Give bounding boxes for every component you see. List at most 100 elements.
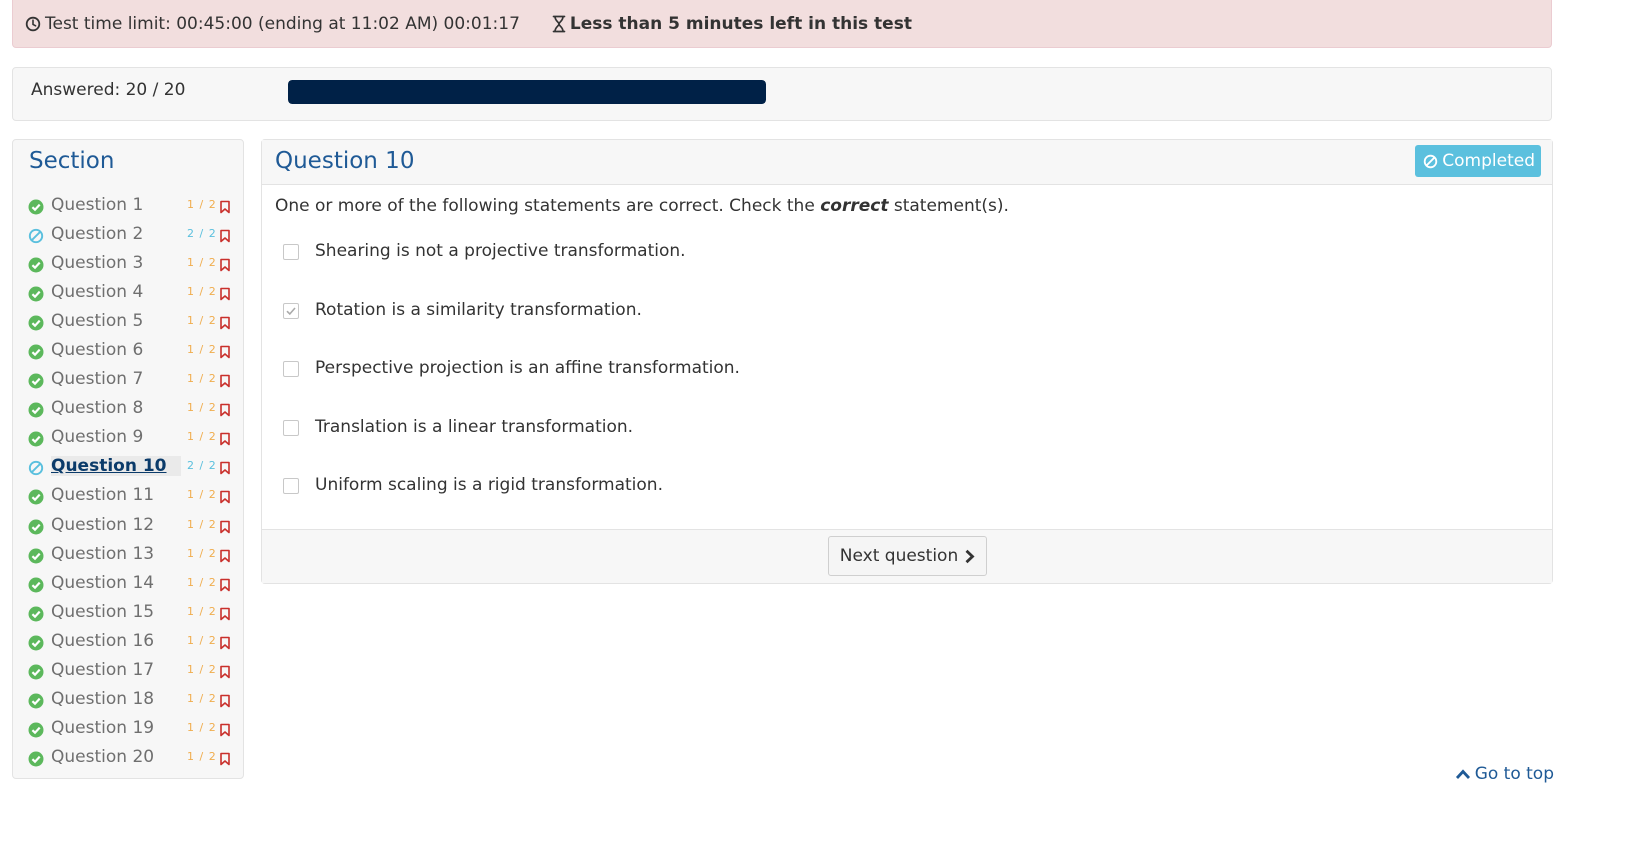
sidebar-question-item[interactable]: Question 13 1 / 2	[13, 541, 243, 570]
bookmark-icon[interactable]	[219, 200, 231, 214]
check-circle-icon	[28, 402, 44, 418]
bookmark-icon[interactable]	[219, 258, 231, 272]
bookmark-icon[interactable]	[219, 694, 231, 708]
sidebar-question-item[interactable]: Question 1 1 / 2	[13, 192, 243, 221]
bookmark-icon[interactable]	[219, 578, 231, 592]
question-score: 1 / 2	[187, 285, 217, 299]
question-link[interactable]: Question 11	[51, 485, 168, 505]
question-score: 1 / 2	[187, 198, 217, 211]
question-link[interactable]: Question 5	[51, 311, 157, 331]
sidebar-question-item[interactable]: Question 3 1 / 2	[13, 250, 243, 279]
answer-option[interactable]: Shearing is not a projective transformat…	[262, 238, 1552, 297]
question-link[interactable]: Question 15	[51, 602, 168, 622]
time-warning-text: Less than 5 minutes left in this test	[569, 13, 912, 34]
sidebar-question-item[interactable]: Question 16 1 / 2	[13, 628, 243, 657]
question-score: 1 / 2	[187, 720, 217, 734]
sidebar-question-item[interactable]: Question 17 1 / 2	[13, 657, 243, 686]
sidebar-question-item[interactable]: Question 18 1 / 2	[13, 686, 243, 715]
question-link[interactable]: Question 14	[51, 573, 168, 593]
question-score: 1 / 2	[187, 575, 217, 589]
answer-checkbox[interactable]	[283, 478, 299, 494]
progress-bar-fill	[288, 80, 766, 104]
go-to-top-link[interactable]: Go to top	[1455, 764, 1554, 784]
question-link[interactable]: Question 17	[51, 660, 168, 680]
bookmark-icon[interactable]	[219, 520, 231, 534]
sidebar-question-item[interactable]: Question 10 2 / 2	[13, 453, 243, 482]
answer-checkbox[interactable]	[283, 361, 299, 377]
question-link[interactable]: Question 2	[51, 224, 157, 244]
answer-checkbox[interactable]	[283, 302, 299, 319]
check-circle-icon	[28, 373, 44, 389]
sidebar-question-item[interactable]: Question 12 1 / 2	[13, 512, 243, 541]
sidebar-question-item[interactable]: Question 19 1 / 2	[13, 715, 243, 744]
bookmark-icon[interactable]	[219, 665, 231, 679]
question-score: 1 / 2	[187, 488, 217, 502]
time-warning: Less than 5 minutes left in this test	[552, 14, 912, 34]
question-score: 1 / 2	[187, 314, 217, 328]
question-link[interactable]: Question 8	[51, 398, 157, 418]
sidebar-question-item[interactable]: Question 6 1 / 2	[13, 337, 243, 366]
bookmark-icon[interactable]	[219, 316, 231, 330]
bookmark-icon[interactable]	[219, 403, 231, 417]
check-circle-icon	[28, 751, 44, 767]
question-link[interactable]: Question 1	[51, 195, 157, 215]
sidebar-question-item[interactable]: Question 5 1 / 2	[13, 308, 243, 337]
answer-option[interactable]: Perspective projection is an affine tran…	[262, 355, 1552, 414]
sidebar-question-item[interactable]: Question 15 1 / 2	[13, 599, 243, 628]
bookmark-icon[interactable]	[219, 345, 231, 359]
bookmark-icon[interactable]	[219, 490, 231, 504]
bookmark-icon[interactable]	[219, 607, 231, 621]
question-link[interactable]: Question 12	[51, 515, 168, 535]
question-link[interactable]: Question 6	[51, 340, 157, 360]
question-link[interactable]: Question 16	[51, 631, 168, 651]
ban-icon	[28, 461, 44, 476]
question-score: 1 / 2	[187, 372, 217, 386]
question-link[interactable]: Question 9	[51, 427, 157, 447]
check-circle-icon	[28, 548, 44, 564]
answer-option[interactable]: Uniform scaling is a rigid transformatio…	[262, 472, 1552, 531]
ban-icon	[1424, 154, 1438, 168]
bookmark-icon[interactable]	[219, 723, 231, 737]
time-limit: Test time limit: 00:45:00 (ending at 11:…	[25, 14, 520, 34]
bookmark-icon[interactable]	[219, 636, 231, 650]
sidebar-question-item[interactable]: Question 4 1 / 2	[13, 279, 243, 308]
answer-checkbox[interactable]	[283, 419, 299, 436]
question-link[interactable]: Question 4	[51, 282, 157, 302]
check-circle-icon	[28, 315, 44, 331]
check-circle-icon	[28, 257, 44, 273]
bookmark-icon[interactable]	[219, 287, 231, 301]
question-score: 1 / 2	[187, 633, 217, 647]
progress-bar	[288, 80, 766, 104]
sidebar-question-item[interactable]: Question 11 1 / 2	[13, 482, 243, 511]
question-link[interactable]: Question 18	[51, 689, 168, 709]
sidebar-question-item[interactable]: Question 20 1 / 2	[13, 744, 243, 773]
bookmark-icon[interactable]	[219, 229, 231, 243]
question-link[interactable]: Question 20	[51, 747, 168, 767]
time-warning-alert: Test time limit: 00:45:00 (ending at 11:…	[12, 0, 1552, 48]
answer-option[interactable]: Translation is a linear transformation.	[262, 414, 1552, 473]
check-circle-icon	[28, 606, 44, 622]
bookmark-icon[interactable]	[219, 461, 231, 475]
answer-checkbox[interactable]	[283, 244, 299, 260]
sidebar-question-item[interactable]: Question 9 1 / 2	[13, 424, 243, 453]
question-title: Question 10	[275, 148, 415, 174]
bookmark-icon[interactable]	[219, 549, 231, 563]
question-link[interactable]: Question 13	[51, 544, 168, 564]
answer-option-text: Perspective projection is an affine tran…	[315, 358, 740, 378]
prompt-text-end: statement(s).	[888, 196, 1009, 216]
clock-icon	[25, 16, 41, 31]
bookmark-icon[interactable]	[219, 752, 231, 766]
sidebar-question-item[interactable]: Question 8 1 / 2	[13, 395, 243, 424]
question-link[interactable]: Question 10	[51, 456, 181, 477]
question-link[interactable]: Question 7	[51, 369, 157, 389]
bookmark-icon[interactable]	[219, 432, 231, 446]
bookmark-icon[interactable]	[219, 374, 231, 388]
answered-count: Answered: 20 / 20	[31, 80, 186, 100]
sidebar-question-item[interactable]: Question 14 1 / 2	[13, 570, 243, 599]
sidebar-question-item[interactable]: Question 7 1 / 2	[13, 366, 243, 395]
next-question-button[interactable]: Next question	[828, 536, 987, 576]
answer-option[interactable]: Rotation is a similarity transformation.	[262, 297, 1552, 356]
question-link[interactable]: Question 19	[51, 718, 168, 738]
sidebar-question-item[interactable]: Question 2 2 / 2	[13, 221, 243, 250]
question-link[interactable]: Question 3	[51, 253, 157, 273]
